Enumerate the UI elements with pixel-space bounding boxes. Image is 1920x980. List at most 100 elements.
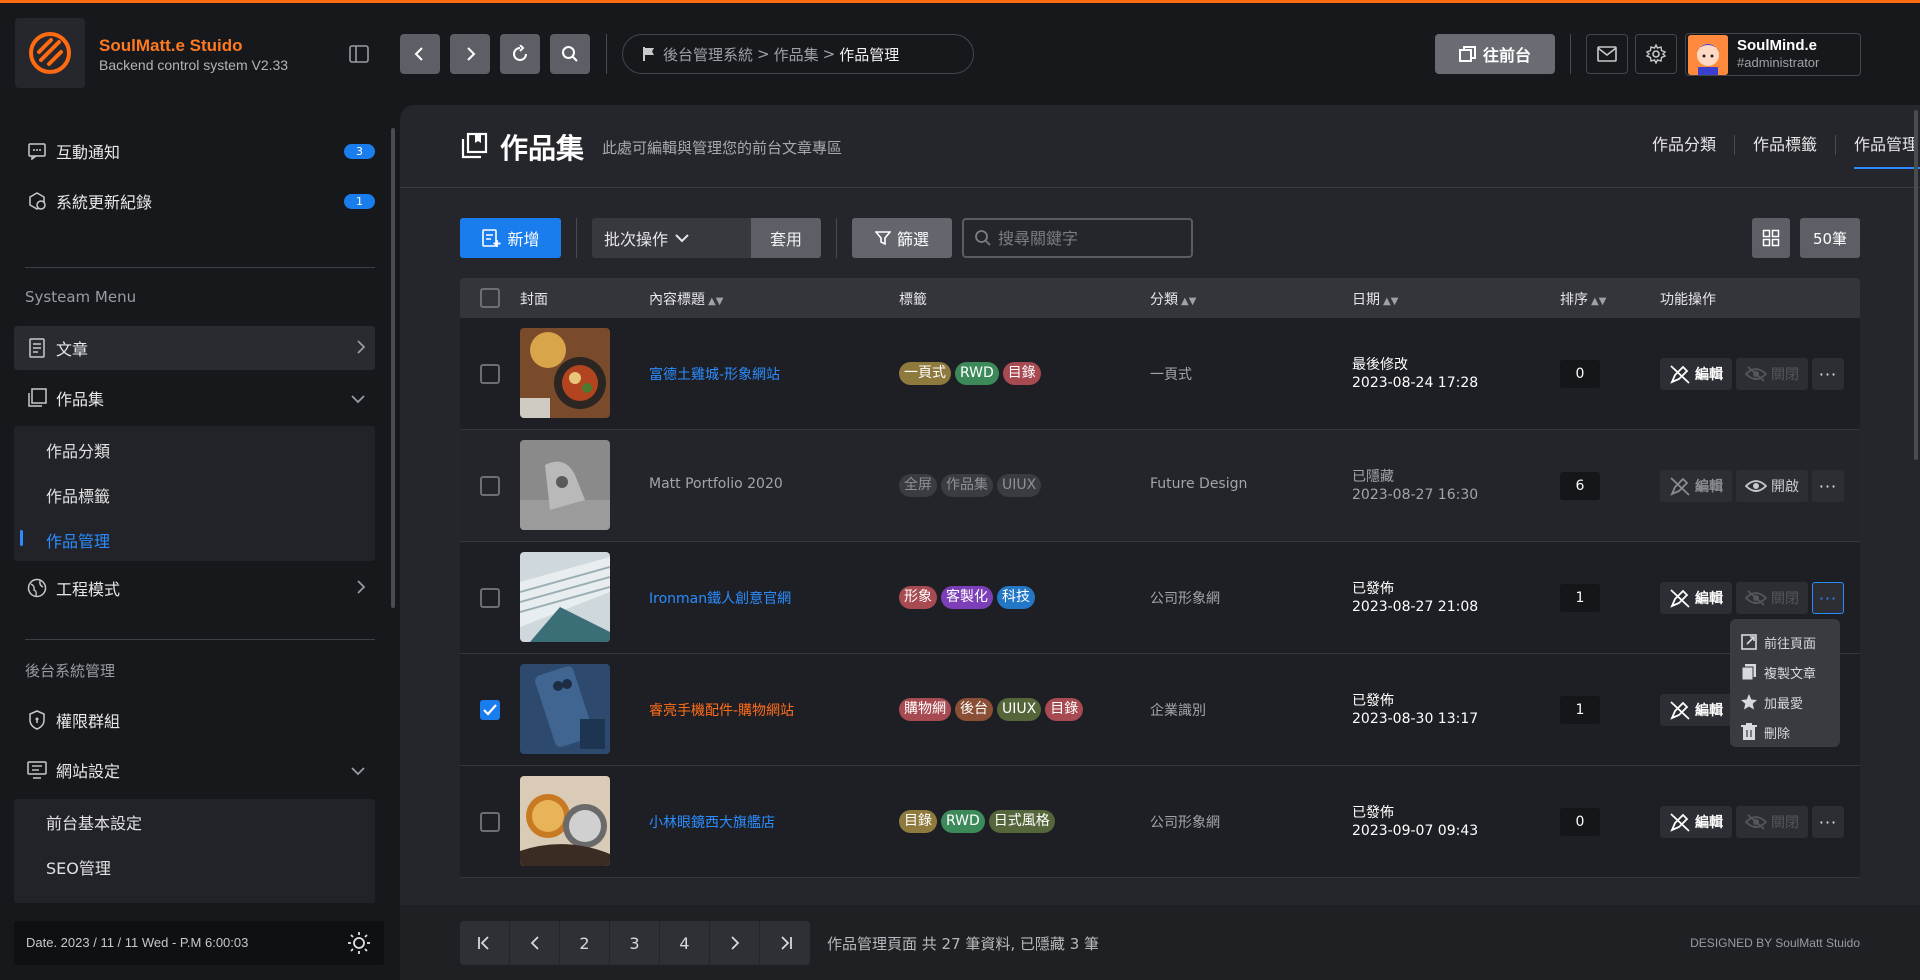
edit-button[interactable]: 編輯 <box>1660 358 1732 390</box>
edit-button[interactable]: 編輯 <box>1660 806 1732 838</box>
filter-button[interactable]: 篩選 <box>852 218 952 258</box>
page-button[interactable]: 4 <box>660 921 710 965</box>
tag-badge: UIUX <box>997 698 1042 721</box>
visibility-toggle-button[interactable]: 關閉 <box>1736 582 1808 614</box>
per-page-button[interactable]: 50筆 <box>1800 218 1860 258</box>
user-profile[interactable]: SoulMind.e #administrator <box>1685 33 1861 76</box>
more-actions-button[interactable]: ··· <box>1812 358 1844 390</box>
batch-action-select[interactable]: 批次操作 <box>592 218 751 258</box>
row-checkbox[interactable] <box>480 476 500 496</box>
row-checkbox[interactable] <box>480 812 500 832</box>
select-all-checkbox[interactable] <box>480 288 500 308</box>
sidebar-item-updates[interactable]: 系統更新紀錄 1 <box>14 179 375 223</box>
breadcrumb-item[interactable]: 作品集 <box>774 44 819 65</box>
forward-button[interactable] <box>450 34 490 74</box>
submenu-item-basic-settings[interactable]: 前台基本設定 <box>46 810 142 834</box>
page-button[interactable]: 2 <box>560 921 610 965</box>
row-checkbox[interactable] <box>480 364 500 384</box>
sidebar-scrollbar[interactable] <box>391 128 395 608</box>
header-title[interactable]: 內容標題 ▲▼ <box>649 289 723 309</box>
filter-icon <box>874 231 891 246</box>
first-page-button[interactable] <box>460 921 510 965</box>
visibility-toggle-button[interactable]: 關閉 <box>1736 358 1808 390</box>
pagination: 2 3 4 <box>460 921 810 965</box>
header-cover: 封面 <box>520 292 548 308</box>
visibility-toggle-button[interactable]: 關閉 <box>1736 806 1808 838</box>
row-order[interactable]: 1 <box>1560 696 1600 724</box>
row-order[interactable]: 1 <box>1560 584 1600 612</box>
header-divider <box>606 34 607 74</box>
header-order[interactable]: 排序 ▲▼ <box>1560 289 1606 309</box>
page-button[interactable]: 3 <box>610 921 660 965</box>
visibility-toggle-button[interactable]: 開啟 <box>1736 470 1808 502</box>
row-title-link[interactable]: 富德土雞城-形象網站 <box>649 364 780 384</box>
edit-icon <box>1670 701 1690 720</box>
menu-item-duplicate[interactable]: 複製文章 <box>1730 657 1840 687</box>
edit-button[interactable]: 編輯 <box>1660 582 1732 614</box>
menu-item-delete[interactable]: 刪除 <box>1730 717 1840 747</box>
header-category[interactable]: 分類 ▲▼ <box>1150 289 1196 309</box>
chat-icon <box>26 140 48 162</box>
grid-view-button[interactable] <box>1752 218 1790 258</box>
sidebar-item-permissions[interactable]: 權限群組 <box>14 698 375 742</box>
tab-management[interactable]: 作品管理 <box>1836 135 1920 169</box>
sidebar-item-label: 互動通知 <box>56 143 121 162</box>
sidebar-collapse-icon[interactable] <box>348 43 372 67</box>
settings-button[interactable] <box>1635 34 1677 74</box>
main-panel: 作品集 此處可編輯與管理您的前台文章專區 作品分類 作品標籤 作品管理 新增 批… <box>400 105 1920 980</box>
sidebar-item-articles[interactable]: 文章 <box>14 326 375 370</box>
mail-button[interactable] <box>1586 34 1628 74</box>
row-date: 已發佈 2023-08-30 13:17 <box>1352 693 1479 727</box>
add-button[interactable]: 新增 <box>460 218 561 258</box>
row-title-link[interactable]: Matt Portfolio 2020 <box>649 476 783 492</box>
menu-item-favorite[interactable]: 加最愛 <box>1730 687 1840 717</box>
sidebar-item-engineering[interactable]: 工程模式 <box>14 566 375 610</box>
more-actions-button[interactable]: ··· <box>1812 582 1844 614</box>
next-page-button[interactable] <box>710 921 760 965</box>
menu-item-go-to-page[interactable]: 前往頁面 <box>1730 627 1840 657</box>
edit-button[interactable]: 編輯 <box>1660 694 1732 726</box>
more-actions-button[interactable]: ··· <box>1812 806 1844 838</box>
last-page-button[interactable] <box>760 921 810 965</box>
go-frontend-button[interactable]: 往前台 <box>1435 34 1555 74</box>
sidebar-item-notifications[interactable]: 互動通知 3 <box>14 129 375 173</box>
submenu-item-tags[interactable]: 作品標籤 <box>46 483 110 507</box>
portfolio-icon <box>26 387 48 409</box>
brand-logo[interactable] <box>15 18 85 88</box>
tab-categories[interactable]: 作品分類 <box>1634 135 1735 155</box>
breadcrumb-item[interactable]: 後台管理系統 <box>663 44 753 65</box>
header-date[interactable]: 日期 ▲▼ <box>1352 289 1398 309</box>
sidebar-item-label: 作品集 <box>56 390 105 409</box>
search-input[interactable] <box>998 228 1178 248</box>
row-title-link[interactable]: 小林眼鏡西大旗艦店 <box>649 812 775 832</box>
submenu-item-categories[interactable]: 作品分類 <box>46 438 110 462</box>
prev-page-button[interactable] <box>510 921 560 965</box>
apply-button[interactable]: 套用 <box>751 218 821 258</box>
batch-action-label: 批次操作 <box>604 230 669 249</box>
checkmark-icon <box>483 704 497 716</box>
row-title-link[interactable]: 睿亮手機配件-購物網站 <box>649 700 794 720</box>
row-order[interactable]: 0 <box>1560 808 1600 836</box>
brand-subtitle: Backend control system V2.33 <box>99 57 289 73</box>
row-order[interactable]: 6 <box>1560 472 1600 500</box>
row-checkbox[interactable] <box>480 588 500 608</box>
sidebar-item-site-settings[interactable]: 網站設定 <box>14 748 375 792</box>
theme-toggle-icon[interactable] <box>347 931 371 959</box>
tab-tags[interactable]: 作品標籤 <box>1735 135 1836 155</box>
edit-button[interactable]: 編輯 <box>1660 470 1732 502</box>
tag-badge: UIUX <box>997 474 1042 497</box>
search-field[interactable] <box>962 218 1193 258</box>
back-button[interactable] <box>400 34 440 74</box>
row-tags: 目錄 RWD 日式風格 <box>899 810 1055 833</box>
more-actions-button[interactable]: ··· <box>1812 470 1844 502</box>
main-scrollbar[interactable] <box>1914 110 1918 460</box>
row-checkbox-checked[interactable] <box>480 700 500 720</box>
search-button[interactable] <box>550 34 590 74</box>
submenu-item-seo[interactable]: SEO管理 <box>46 855 111 879</box>
row-title-link[interactable]: Ironman鐵人創意官網 <box>649 588 791 608</box>
reload-button[interactable] <box>500 34 540 74</box>
row-order[interactable]: 0 <box>1560 360 1600 388</box>
submenu-item-management[interactable]: 作品管理 <box>46 528 110 552</box>
table-row: Ironman鐵人創意官網 形象 客製化 科技 公司形象網 已發佈 2023-08… <box>460 542 1860 654</box>
sidebar-item-portfolio[interactable]: 作品集 <box>14 376 375 420</box>
